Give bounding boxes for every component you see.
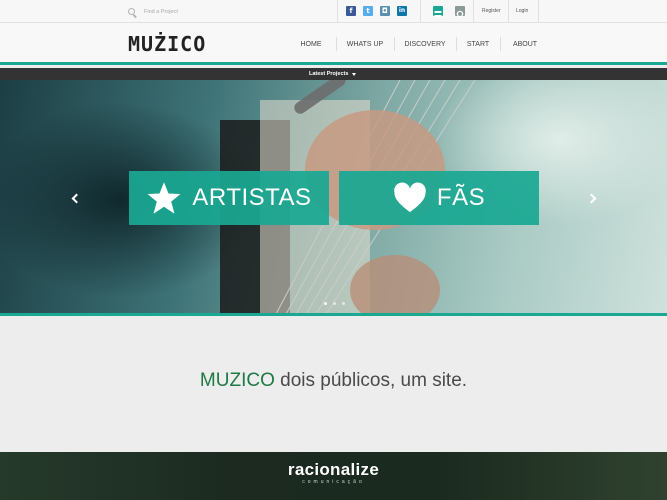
tool-icons — [433, 6, 465, 18]
tagline-brand: MUZICO — [199, 370, 275, 391]
divider — [337, 0, 338, 23]
nav-start[interactable]: START — [456, 23, 500, 65]
artistas-label: ARTISTAS — [192, 184, 312, 211]
facebook-icon[interactable]: f — [346, 6, 356, 16]
hero-slider: ARTISTAS FÃS — [0, 80, 667, 316]
site-logo[interactable]: MUŻICO — [128, 32, 206, 56]
heart-icon — [394, 182, 426, 213]
tagline-text: dois públicos, um site. — [274, 370, 468, 391]
search-icon — [128, 7, 137, 17]
site-footer: racionalize comunicação — [0, 452, 667, 500]
stack-icon[interactable] — [433, 6, 443, 17]
footer-logo[interactable]: racionalize — [0, 460, 667, 480]
divider — [508, 0, 509, 23]
social-links: f t ◘ in — [346, 6, 407, 16]
top-utility-bar: f t ◘ in Register Login — [0, 0, 667, 23]
latest-projects-label: Latest Projects — [309, 71, 349, 77]
search-box[interactable] — [128, 6, 258, 18]
login-link[interactable]: Login — [516, 8, 528, 14]
star-icon — [147, 182, 181, 214]
slide-dot[interactable] — [342, 302, 345, 305]
register-link[interactable]: Register — [482, 8, 501, 14]
next-slide-arrow[interactable] — [588, 193, 598, 203]
main-nav: HOME WHATS UP DISCOVERY START ABOUT — [286, 23, 550, 65]
divider — [473, 0, 474, 23]
settings-icon[interactable] — [455, 6, 465, 18]
site-header: MUŻICO HOME WHATS UP DISCOVERY START ABO… — [0, 23, 667, 65]
linkedin-icon[interactable]: in — [397, 6, 407, 16]
fas-label: FÃS — [436, 184, 486, 211]
nav-about[interactable]: ABOUT — [500, 23, 550, 65]
nav-whats-up[interactable]: WHATS UP — [336, 23, 394, 65]
latest-projects-toggle[interactable]: Latest Projects — [309, 68, 357, 80]
nav-discovery[interactable]: DISCOVERY — [394, 23, 456, 65]
tagline-section: MUZICO dois públicos, um site. — [0, 316, 667, 452]
prev-slide-arrow[interactable] — [70, 193, 80, 203]
artistas-button[interactable]: ARTISTAS — [129, 171, 329, 225]
fas-button[interactable]: FÃS — [339, 171, 539, 225]
slide-dot[interactable] — [333, 302, 336, 305]
slide-dot[interactable] — [324, 302, 327, 305]
slide-indicators — [324, 302, 345, 305]
tagline: MUZICO dois públicos, um site. — [0, 370, 667, 392]
divider — [420, 0, 421, 23]
instagram-icon[interactable]: ◘ — [380, 6, 390, 16]
footer-logo-subtitle: comunicação — [302, 479, 365, 485]
divider — [538, 0, 539, 23]
chevron-down-icon — [352, 72, 357, 76]
search-input[interactable] — [144, 9, 254, 15]
nav-home[interactable]: HOME — [286, 23, 336, 65]
latest-projects-bar: Latest Projects — [0, 68, 667, 80]
twitter-icon[interactable]: t — [363, 6, 373, 16]
